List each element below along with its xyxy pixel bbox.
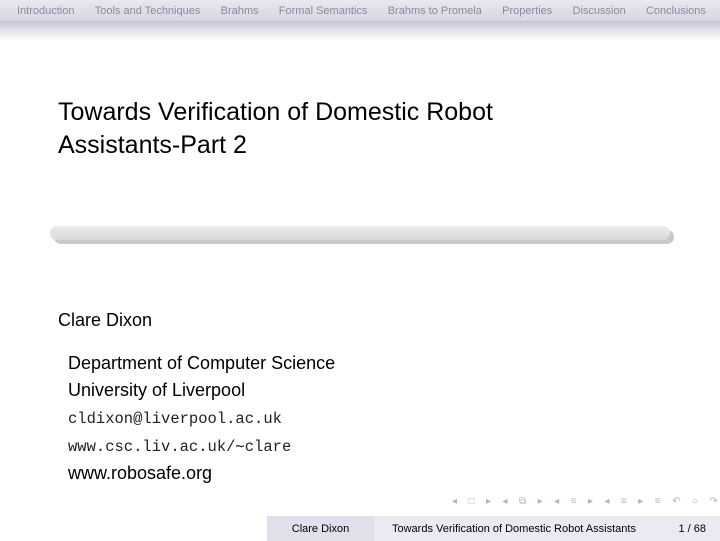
- prev-subsection-icon[interactable]: ◂: [503, 496, 508, 507]
- section-icon[interactable]: ≡: [571, 496, 577, 507]
- nav-discussion[interactable]: Discussion: [573, 5, 626, 17]
- prev-frame-icon[interactable]: ◂: [452, 496, 457, 507]
- nav-conclusions[interactable]: Conclusions: [646, 5, 706, 17]
- redo-icon[interactable]: ↷: [709, 496, 717, 507]
- next-section-icon[interactable]: ▸: [588, 496, 593, 507]
- appendix-icon[interactable]: ≡: [655, 496, 661, 507]
- page-number: 1 / 68: [678, 522, 706, 535]
- section-navigation: Introduction Tools and Techniques Brahms…: [0, 0, 720, 21]
- nav-brahms[interactable]: Brahms: [221, 5, 259, 17]
- divider-bar: [50, 226, 670, 240]
- department: Department of Computer Science: [68, 353, 336, 373]
- frame-icon[interactable]: □: [469, 496, 475, 507]
- doc-icon[interactable]: ≡: [621, 496, 627, 507]
- slide-title: Towards Verification of Domestic Robot A…: [58, 96, 618, 162]
- nav-tools-and-techniques[interactable]: Tools and Techniques: [95, 5, 201, 17]
- homepage-url: www.csc.liv.ac.uk/∼clare: [68, 438, 292, 456]
- footer: Clare Dixon Towards Verification of Dome…: [0, 516, 720, 541]
- next-doc-icon[interactable]: ▸: [638, 496, 643, 507]
- author-name: Clare Dixon: [58, 310, 153, 330]
- next-subsection-icon[interactable]: ▸: [538, 496, 543, 507]
- search-icon[interactable]: ○: [692, 496, 698, 507]
- title-line-1: Towards Verification of Domestic Robot: [58, 98, 493, 126]
- subsection-icon[interactable]: ⧉: [519, 496, 526, 507]
- email: cldixon@liverpool.ac.uk: [68, 410, 282, 428]
- nav-brahms-to-promela[interactable]: Brahms to Promela: [388, 5, 482, 17]
- prev-section-icon[interactable]: ◂: [554, 496, 559, 507]
- next-frame-icon[interactable]: ▸: [486, 496, 491, 507]
- footer-title: Towards Verification of Domestic Robot A…: [392, 522, 636, 535]
- title-line-2: Assistants-Part 2: [58, 131, 247, 159]
- nav-properties[interactable]: Properties: [502, 5, 552, 17]
- nav-introduction[interactable]: Introduction: [17, 5, 74, 17]
- university: University of Liverpool: [68, 380, 246, 400]
- undo-icon[interactable]: ↶: [672, 496, 680, 507]
- beamer-navigation-symbols: ◂ □ ▸ ◂ ⧉ ▸ ◂ ≡ ▸ ◂ ≡ ▸ ≡ ↶ ○ ↷: [452, 496, 718, 507]
- nav-formal-semantics[interactable]: Formal Semantics: [279, 5, 368, 17]
- project-site: www.robosafe.org: [68, 463, 213, 483]
- title-divider: [50, 226, 680, 246]
- footer-title-box: Towards Verification of Domestic Robot A…: [374, 516, 720, 541]
- footer-left: [0, 516, 267, 541]
- header-shadow: [0, 22, 720, 40]
- prev-doc-icon[interactable]: ◂: [604, 496, 609, 507]
- footer-author: Clare Dixon: [267, 516, 374, 541]
